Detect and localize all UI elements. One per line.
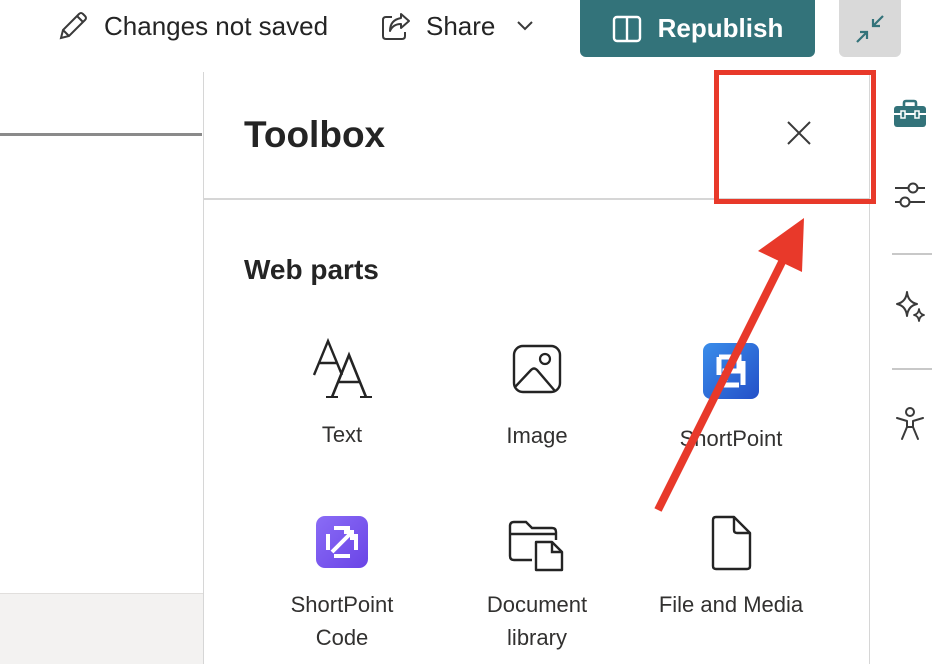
rail-accessibility-button[interactable] — [890, 404, 930, 444]
rail-divider — [892, 368, 932, 370]
web-part-label: library — [507, 625, 567, 650]
collapse-button[interactable] — [839, 0, 901, 57]
share-label: Share — [426, 10, 496, 41]
web-part-image[interactable]: Image — [442, 337, 632, 457]
share-button[interactable]: Share — [380, 6, 495, 46]
pencil-icon — [59, 12, 87, 40]
share-icon — [382, 13, 410, 40]
save-status-text: Changes not saved — [104, 10, 329, 41]
toolbox-panel: Toolbox Web parts Text Image ShortPoint … — [203, 72, 870, 664]
rail-settings-button[interactable] — [890, 174, 930, 214]
web-part-document-library[interactable]: Document library — [442, 512, 632, 662]
toolbox-divider — [204, 198, 869, 200]
chevron-down-icon[interactable] — [514, 14, 536, 36]
web-part-label: Document — [486, 592, 588, 617]
canvas-divider — [0, 133, 202, 136]
web-part-label: ShortPoint — [679, 426, 783, 451]
text-icon — [312, 337, 372, 398]
document-library-icon — [508, 520, 564, 572]
book-icon — [612, 15, 641, 42]
shortpoint-code-icon — [316, 516, 368, 568]
web-parts-heading: Web parts — [244, 254, 379, 285]
web-part-label: Text — [321, 422, 363, 447]
collapse-arrows-icon — [856, 14, 884, 43]
image-icon — [512, 344, 562, 394]
web-part-text[interactable]: Text — [247, 337, 437, 457]
rail-copilot-button[interactable] — [890, 286, 930, 326]
canvas-section — [0, 593, 203, 664]
republish-label: Republish — [657, 13, 784, 43]
accessibility-icon — [896, 407, 924, 440]
web-part-label: Code — [315, 625, 369, 650]
rail-toolbox-button[interactable] — [890, 94, 930, 134]
web-part-label: ShortPoint — [290, 592, 394, 617]
shortpoint-icon — [703, 343, 759, 399]
close-icon — [787, 121, 811, 145]
republish-button[interactable]: Republish — [580, 0, 815, 57]
toolbox-icon — [894, 99, 926, 127]
web-part-shortpoint[interactable]: ShortPoint — [636, 337, 826, 457]
right-rail — [870, 72, 948, 664]
web-part-file-and-media[interactable]: File and Media — [636, 512, 826, 632]
settings-sliders-icon — [895, 182, 925, 208]
file-icon — [711, 515, 752, 571]
close-toolbox-button[interactable] — [776, 110, 822, 156]
web-part-label: Image — [506, 423, 568, 448]
sparkle-icon — [896, 291, 925, 322]
toolbox-title: Toolbox — [244, 114, 386, 155]
rail-divider — [892, 253, 932, 255]
save-status: Changes not saved — [56, 6, 328, 46]
web-part-label: File and Media — [658, 592, 804, 617]
web-part-shortpoint-code[interactable]: ShortPoint Code — [247, 512, 437, 662]
